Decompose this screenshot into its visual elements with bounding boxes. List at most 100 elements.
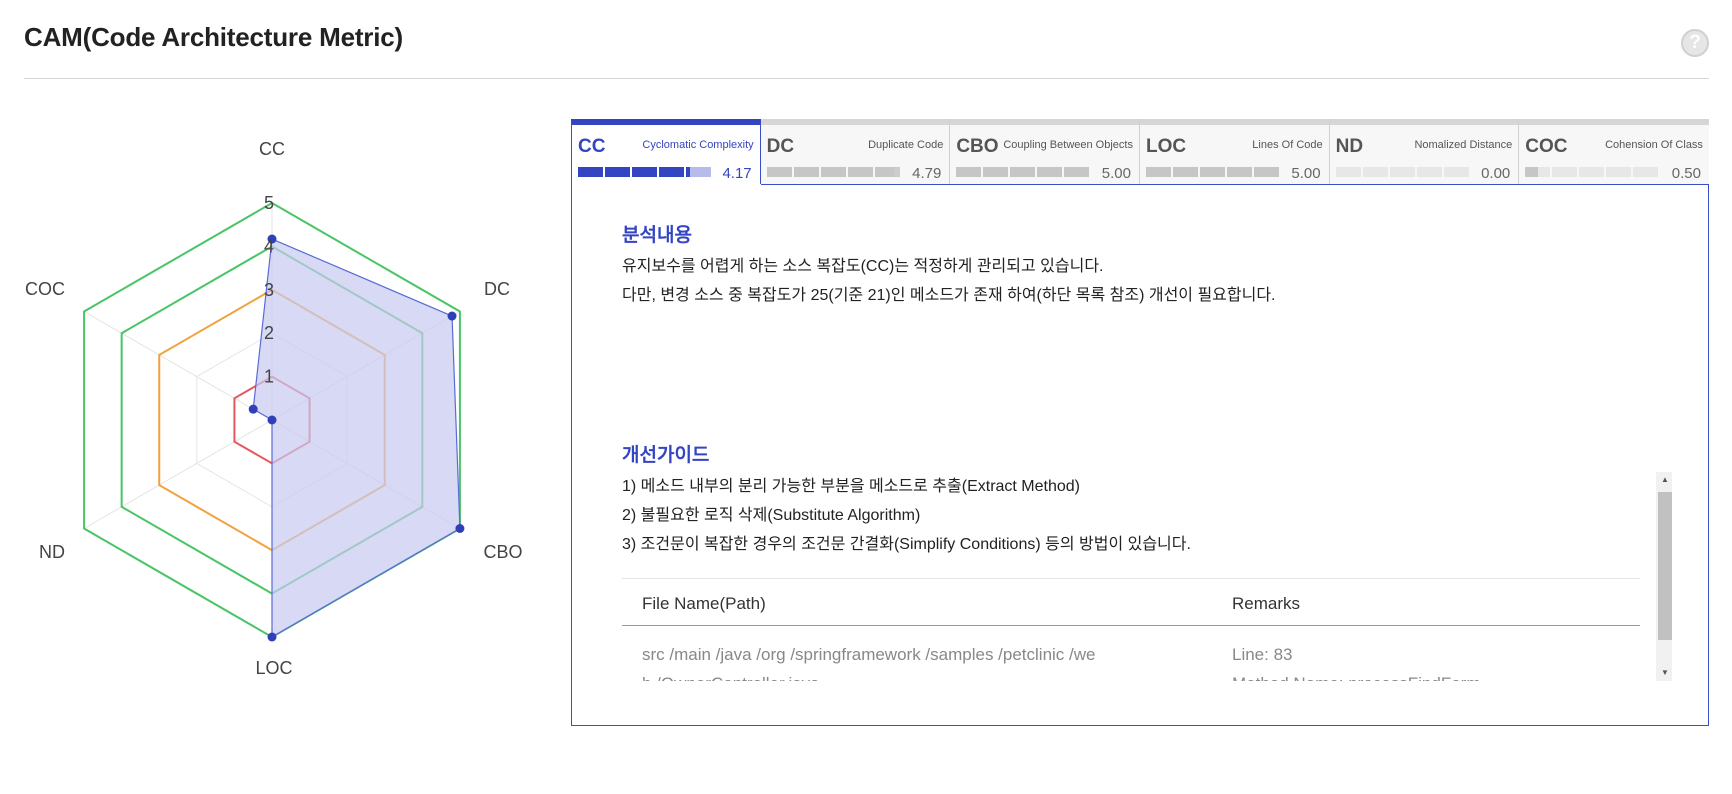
- score-bar-segment: [874, 167, 900, 177]
- scroll-down-arrow-icon[interactable]: ▼: [1656, 665, 1672, 681]
- score-bar-segment: [1037, 167, 1063, 177]
- cell-remarks: Line: 83 Method Name: processFindForm: [1232, 645, 1480, 681]
- tab-abbr: CBO: [956, 136, 999, 157]
- score-bar-segment: [956, 167, 982, 177]
- tab-score-bar: [1525, 167, 1659, 177]
- axis-label: CBO: [483, 542, 522, 562]
- tab-score-bar: [1145, 167, 1279, 177]
- vertical-scrollbar[interactable]: ▲ ▼: [1656, 472, 1672, 681]
- table-header: File Name(Path) Remarks: [622, 578, 1640, 626]
- score-bar-segment: [1172, 167, 1198, 177]
- guide-line-1: 1) 메소드 내부의 분리 가능한 부분을 메소드로 추출(Extract Me…: [622, 478, 1081, 495]
- axis-spoke: [83, 419, 273, 529]
- data-point: [267, 415, 277, 425]
- score-bar-segment: [1362, 167, 1388, 177]
- score-bar-segment: [632, 167, 657, 177]
- cell-file-path: src /main /java /org /springframework /s…: [642, 645, 1096, 681]
- analysis-title: 분석내용: [622, 225, 692, 246]
- tick-label: 4: [264, 236, 274, 256]
- score-bar-segment: [1253, 167, 1279, 177]
- tab-full-name: Lines Of Code: [1252, 139, 1323, 151]
- axis-label: ND: [39, 542, 65, 562]
- help-icon[interactable]: ?: [1681, 29, 1709, 57]
- tab-dc[interactable]: DC Duplicate Code 4.79: [760, 119, 951, 185]
- score-bar-segment: [1010, 167, 1036, 177]
- tab-nd[interactable]: ND Nomalized Distance 0.00: [1329, 119, 1520, 185]
- score-bar-segment: [1389, 167, 1415, 177]
- tab-cc[interactable]: CC Cyclomatic Complexity 4.17: [571, 119, 761, 185]
- content-top-border: [761, 184, 1709, 185]
- tab-score: 4.17: [722, 165, 752, 182]
- table-row[interactable]: src /main /java /org /springframework /s…: [622, 626, 1640, 681]
- score-bar-segment: [1226, 167, 1252, 177]
- tick-label: 1: [264, 367, 274, 387]
- analysis-line-2: 다만, 변경 소스 중 복잡도가 25(기준 21)인 메소드가 존재 하여(하…: [622, 287, 1276, 304]
- tab-full-name: Duplicate Code: [868, 139, 944, 151]
- tab-score: 5.00: [1101, 165, 1131, 182]
- tab-score: 5.00: [1291, 165, 1321, 182]
- score-bar-segment: [1579, 167, 1605, 177]
- score-bar-segment: [686, 167, 711, 177]
- metric-tabs: CC Cyclomatic Complexity 4.17 DC Duplica…: [571, 119, 1709, 185]
- score-bar-segment: [659, 167, 684, 177]
- tab-abbr: DC: [766, 136, 795, 157]
- tab-full-name: Cohension Of Class: [1605, 139, 1703, 151]
- axis-label: LOC: [255, 658, 292, 678]
- tab-score-bar: [1335, 167, 1469, 177]
- guide-line-3: 3) 조건문이 복잡한 경우의 조건문 간결화(Simplify Conditi…: [622, 536, 1191, 553]
- tab-content: 분석내용 유지보수를 어렵게 하는 소스 복잡도(CC)는 적정하게 관리되고 …: [571, 184, 1709, 726]
- score-bar-segment: [1199, 167, 1225, 177]
- score-bar-segment: [1335, 167, 1361, 177]
- tab-loc[interactable]: LOC Lines Of Code 5.00: [1139, 119, 1330, 185]
- file-table: File Name(Path) Remarks src /main /java …: [622, 578, 1640, 681]
- page-title: CAM(Code Architecture Metric): [24, 22, 403, 52]
- scrollbar-thumb[interactable]: [1658, 492, 1672, 640]
- data-area: [252, 238, 461, 639]
- guide-title: 개선가이드: [622, 445, 710, 466]
- data-point: [447, 311, 457, 321]
- score-bar-segment: [1633, 167, 1659, 177]
- score-bar-segment: [1525, 167, 1551, 177]
- axis-label: COC: [25, 279, 65, 299]
- tab-score: 4.79: [912, 165, 942, 182]
- tab-score-bar: [956, 167, 1090, 177]
- data-point: [248, 404, 258, 414]
- col-remarks: Remarks: [1232, 594, 1301, 613]
- tab-abbr: ND: [1335, 136, 1364, 157]
- tab-abbr: LOC: [1145, 136, 1187, 157]
- score-bar-segment: [766, 167, 792, 177]
- score-bar-segment: [1064, 167, 1090, 177]
- tab-coc[interactable]: COC Cohension Of Class 0.50: [1519, 119, 1709, 185]
- score-bar-segment: [793, 167, 819, 177]
- score-bar-segment: [820, 167, 846, 177]
- tab-full-name: Cyclomatic Complexity: [642, 139, 754, 151]
- axis-label: DC: [484, 279, 510, 299]
- axis-spoke: [83, 311, 273, 421]
- tab-score: 0.00: [1481, 165, 1511, 182]
- data-point: [455, 524, 465, 533]
- guide-scroll-area[interactable]: 1) 메소드 내부의 분리 가능한 부분을 메소드로 추출(Extract Me…: [622, 472, 1672, 681]
- tab-abbr: CC: [578, 136, 606, 157]
- col-file-name: File Name(Path): [642, 594, 766, 613]
- tick-label: 2: [264, 323, 274, 343]
- tab-score-bar: [766, 167, 900, 177]
- scroll-up-arrow-icon[interactable]: ▲: [1656, 472, 1672, 488]
- axis-label: CC: [259, 139, 285, 159]
- tab-abbr: COC: [1525, 136, 1568, 157]
- data-point: [267, 632, 277, 642]
- tick-label: 3: [264, 280, 274, 300]
- score-bar-segment: [1552, 167, 1578, 177]
- score-bar-segment: [1443, 167, 1469, 177]
- score-bar-segment: [1606, 167, 1632, 177]
- score-bar-segment: [1416, 167, 1442, 177]
- tab-score: 0.50: [1671, 165, 1701, 182]
- tab-cbo[interactable]: CBO Coupling Between Objects 5.00: [950, 119, 1140, 185]
- score-bar-segment: [1145, 167, 1171, 177]
- score-bar-segment: [847, 167, 873, 177]
- guide-line-2: 2) 불필요한 로직 삭제(Substitute Algorithm): [622, 507, 921, 524]
- tab-full-name: Coupling Between Objects: [1003, 139, 1133, 151]
- score-bar-segment: [578, 167, 603, 177]
- radar-chart: 1 2 3 4 5 CC DC CBO LOC ND COC: [25, 139, 523, 678]
- score-bar-segment: [983, 167, 1009, 177]
- score-bar-segment: [605, 167, 630, 177]
